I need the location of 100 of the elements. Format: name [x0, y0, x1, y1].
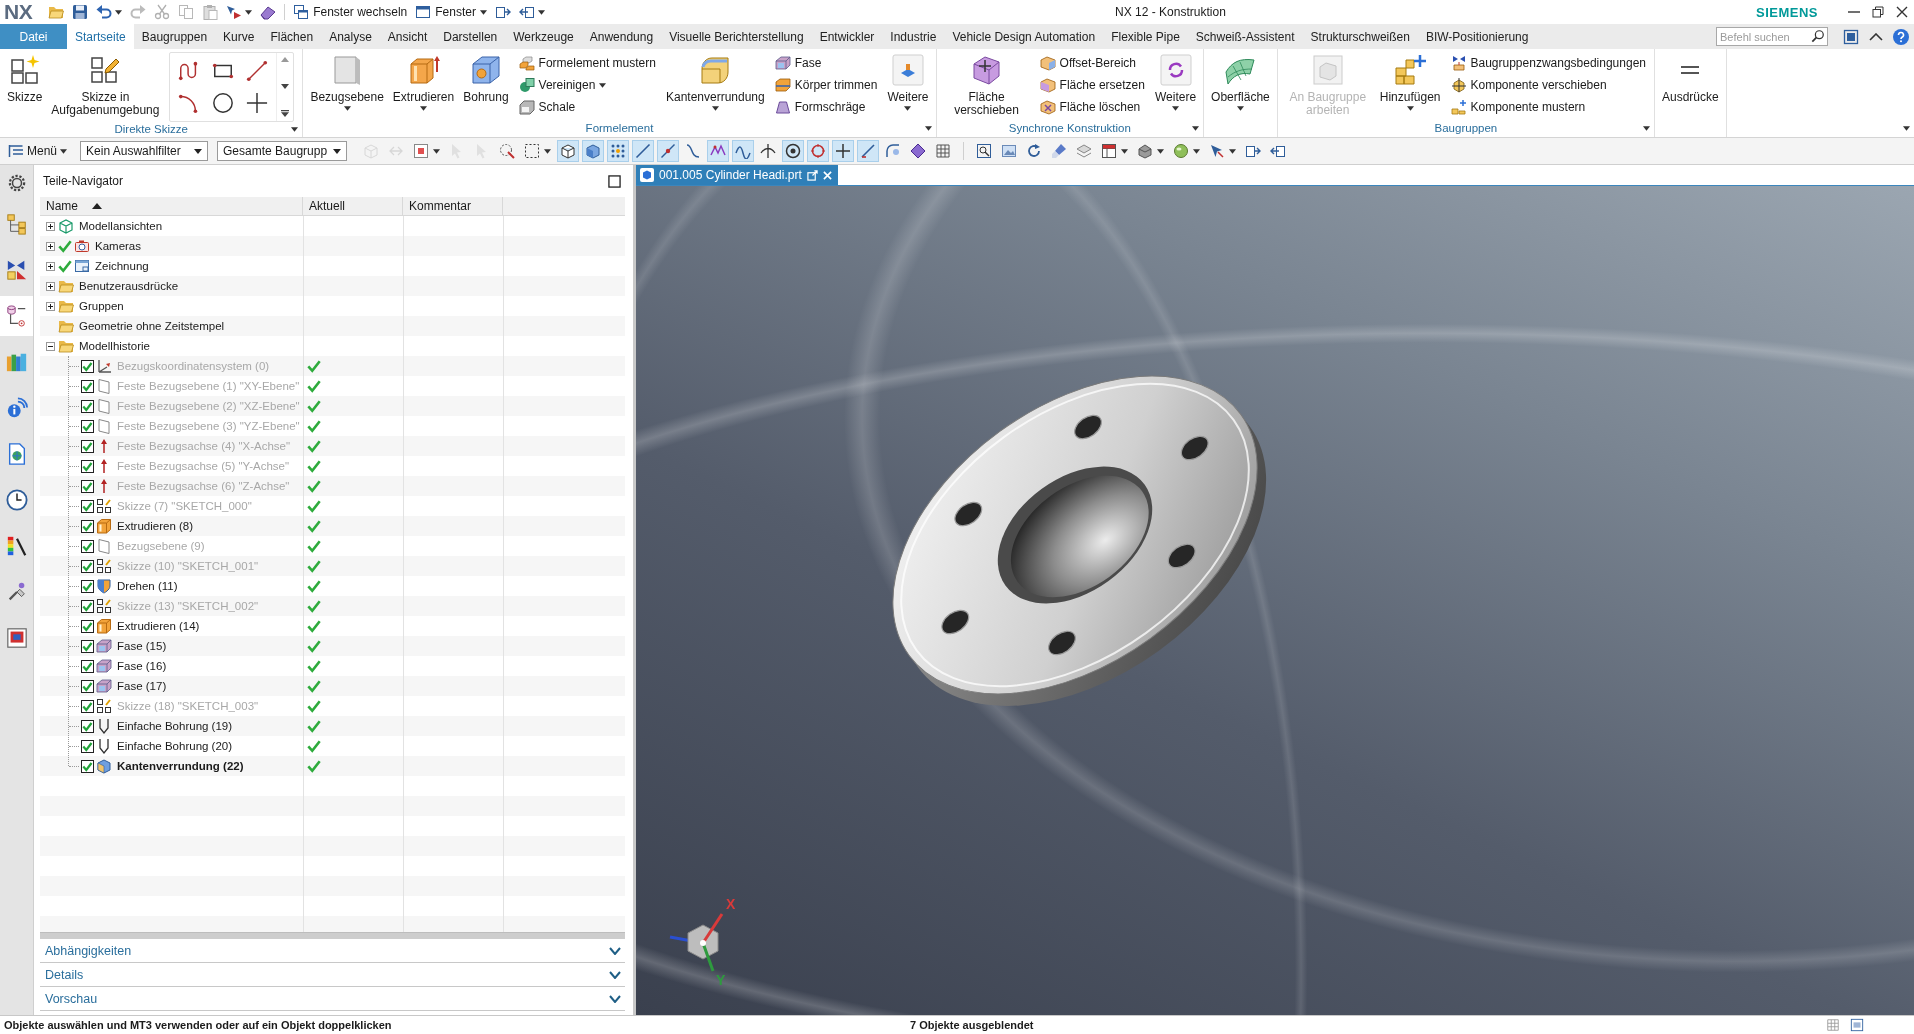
- tree-item[interactable]: Gruppen: [79, 300, 124, 312]
- tree-item[interactable]: Kameras: [95, 240, 142, 252]
- clipboard-icon[interactable]: [202, 4, 219, 20]
- maximize-icon[interactable]: [608, 174, 621, 188]
- pointer-icon[interactable]: [226, 4, 243, 20]
- ribbon-button[interactable]: Weitere: [1151, 52, 1200, 120]
- toolbar-button[interactable]: [657, 140, 680, 162]
- ribbon-button[interactable]: Formschräge: [770, 96, 882, 118]
- menu-tab[interactable]: Visuelle Berichterstellung: [661, 24, 812, 49]
- ribbon-button[interactable]: Schale: [514, 96, 660, 118]
- checkbox[interactable]: [81, 679, 94, 693]
- caret-icon[interactable]: [1903, 126, 1910, 131]
- menu-tab[interactable]: BIW-Positionierung: [1417, 24, 1537, 49]
- resource-tab[interactable]: [0, 296, 33, 336]
- panel-header[interactable]: Details: [40, 963, 625, 987]
- eraser-icon[interactable]: [260, 4, 277, 20]
- menu-tab[interactable]: Startseite: [67, 24, 134, 49]
- checkbox[interactable]: [81, 759, 94, 773]
- tree-item[interactable]: Extrudieren (8): [117, 520, 194, 532]
- ribbon-button[interactable]: Extrudieren: [389, 52, 458, 120]
- restore-icon[interactable]: [1872, 6, 1884, 18]
- ribbon-button[interactable]: Körper trimmen: [770, 74, 882, 96]
- ribbon-button[interactable]: Weitere: [884, 52, 932, 120]
- toolbar-button[interactable]: [557, 140, 580, 162]
- checkbox[interactable]: [81, 499, 94, 513]
- checkbox[interactable]: [81, 619, 94, 633]
- ribbon-button[interactable]: Ausdrücke: [1659, 52, 1722, 120]
- ribbon-button[interactable]: Oberfläche: [1208, 52, 1273, 120]
- ribbon-button[interactable]: Vereinigen: [514, 74, 660, 96]
- panel-header[interactable]: Vorschau: [40, 987, 625, 1011]
- caret-icon[interactable]: [544, 148, 552, 154]
- checkbox[interactable]: [81, 559, 94, 573]
- expand-icon[interactable]: [46, 261, 55, 271]
- tree-item[interactable]: Benutzerausdrücke: [79, 280, 179, 292]
- caret-icon[interactable]: [1192, 126, 1200, 131]
- menu-button[interactable]: Menü: [8, 143, 68, 159]
- menu-tab[interactable]: Datei: [0, 24, 67, 49]
- ribbon-button[interactable]: Fläche löschen: [1035, 96, 1149, 118]
- checkbox[interactable]: [81, 459, 94, 473]
- window-icon[interactable]: [1850, 1018, 1864, 1032]
- window-arrow-icon[interactable]: [518, 4, 535, 20]
- ribbon-button[interactable]: Skizze: [4, 52, 46, 120]
- help-icon[interactable]: [1893, 28, 1909, 45]
- menu-tab[interactable]: Anwendung: [581, 24, 662, 49]
- menu-tab[interactable]: Ansicht: [379, 24, 436, 49]
- tree-item[interactable]: Geometrie ohne Zeitstempel: [79, 320, 225, 332]
- checkbox[interactable]: [81, 359, 94, 373]
- fullscreen-icon[interactable]: [1843, 28, 1859, 45]
- tree-item[interactable]: Fase (16): [117, 660, 167, 672]
- checkbox[interactable]: [81, 659, 94, 673]
- ribbon-button[interactable]: Kantenverrundung: [662, 52, 768, 120]
- tree-item[interactable]: Kantenverrundung (22): [117, 760, 244, 772]
- ribbon-button[interactable]: Komponente verschieben: [1446, 74, 1650, 96]
- caret-icon[interactable]: [1157, 148, 1165, 154]
- filter-dropdown[interactable]: Kein Auswahlfilter: [80, 141, 209, 161]
- checkbox[interactable]: [81, 519, 94, 533]
- tree-item[interactable]: Fase (15): [117, 640, 167, 652]
- ribbon-button[interactable]: Fase: [770, 52, 882, 74]
- caret-icon[interactable]: [115, 9, 123, 15]
- undock-icon[interactable]: [806, 169, 818, 181]
- caret-icon[interactable]: [291, 127, 299, 132]
- caret-icon[interactable]: [1229, 148, 1237, 154]
- tree-item[interactable]: Extrudieren (14): [117, 620, 200, 632]
- toolbar-button[interactable]: [857, 140, 880, 162]
- more-icon[interactable]: [281, 110, 290, 117]
- toolbar-button[interactable]: [707, 140, 730, 162]
- menu-tab[interactable]: Flächen: [262, 24, 322, 49]
- checkbox[interactable]: [81, 439, 94, 453]
- plus-icon[interactable]: [246, 92, 269, 114]
- toolbar-button[interactable]: Fenster wechseln: [293, 2, 408, 22]
- tree-item[interactable]: Modellansichten: [79, 220, 163, 232]
- collapse-icon[interactable]: [46, 341, 55, 351]
- filter-dropdown[interactable]: Gesamte Baugrupp: [217, 141, 348, 161]
- menu-tab[interactable]: Schweiß-Assistent: [1187, 24, 1303, 49]
- search-field[interactable]: Befehl suchen: [1716, 27, 1828, 46]
- scroll-up-icon[interactable]: [281, 57, 290, 62]
- checkbox[interactable]: [81, 419, 94, 433]
- caret-icon[interactable]: [433, 148, 441, 154]
- undo-icon[interactable]: [96, 4, 113, 20]
- toolbar-button[interactable]: [632, 140, 655, 162]
- close-icon[interactable]: [1896, 6, 1908, 18]
- tree-item[interactable]: Zeichnung: [95, 260, 149, 272]
- checkbox[interactable]: [81, 479, 94, 493]
- ribbon-button[interactable]: Bezugsebene: [307, 52, 387, 120]
- ribbon-button[interactable]: Skizze in Aufgabenumgebung: [48, 52, 163, 120]
- line-icon[interactable]: [246, 60, 269, 82]
- column-header[interactable]: Name: [40, 197, 303, 215]
- toolbar-button[interactable]: Fenster: [415, 2, 487, 22]
- column-header[interactable]: Aktuell: [303, 197, 403, 215]
- ribbon-button[interactable]: Fläche ersetzen: [1035, 74, 1149, 96]
- menu-tab[interactable]: Baugruppen: [133, 24, 216, 49]
- tree-item[interactable]: Einfache Bohrung (19): [117, 720, 233, 732]
- menu-tab[interactable]: Entwickler: [811, 24, 883, 49]
- ribbon-button[interactable]: Komponente mustern: [1446, 96, 1650, 118]
- caret-icon[interactable]: [1193, 148, 1201, 154]
- toolbar-button[interactable]: [607, 140, 630, 162]
- caret-icon[interactable]: [245, 9, 253, 15]
- expand-icon[interactable]: [46, 241, 55, 251]
- expand-icon[interactable]: [46, 301, 55, 311]
- checkbox[interactable]: [81, 399, 94, 413]
